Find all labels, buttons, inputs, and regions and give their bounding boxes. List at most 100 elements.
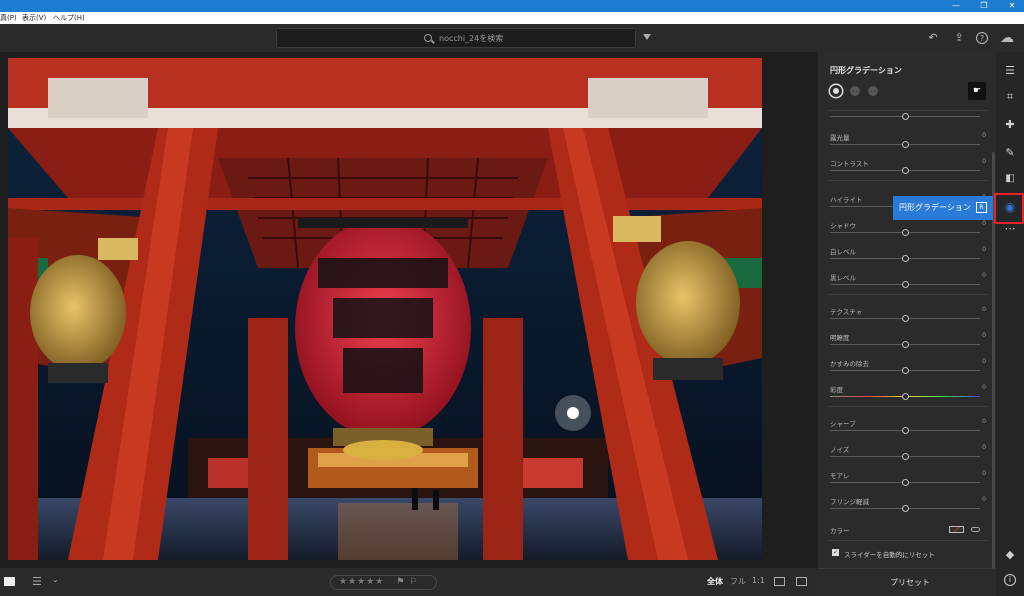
- slider-knob[interactable]: [902, 167, 909, 174]
- slider-value[interactable]: 0: [976, 418, 986, 425]
- filter-icon[interactable]: [643, 34, 651, 40]
- flag-pick-icon[interactable]: ⚑: [396, 577, 405, 587]
- slider-label: 露光量: [830, 134, 850, 142]
- slider-label: 黒レベル: [830, 274, 856, 282]
- slider-knob[interactable]: [902, 341, 909, 348]
- cloud-icon[interactable]: ☁: [1000, 31, 1014, 45]
- temple-gate-photo[interactable]: [8, 58, 762, 560]
- slider-value[interactable]: 0: [976, 132, 986, 139]
- slider-value[interactable]: 0: [976, 272, 986, 279]
- menu-item-photo[interactable]: 真(P): [0, 12, 17, 24]
- slider-value[interactable]: 0: [976, 358, 986, 365]
- tooltip-label: 円形グラデーション: [899, 203, 971, 212]
- slider-value[interactable]: 0: [976, 246, 986, 253]
- slider-value[interactable]: 0: [976, 470, 986, 477]
- radial-gradient-tooltip: 円形グラデーション R: [893, 196, 993, 220]
- menu-item-view[interactable]: 表示(V): [22, 12, 46, 24]
- brush-icon[interactable]: ✎: [1003, 146, 1017, 160]
- divider: [828, 406, 988, 407]
- hand-tool-icon[interactable]: ☛: [968, 82, 986, 100]
- auto-reset-label: スライダーを自動的にリセット: [844, 551, 935, 559]
- minimize-button[interactable]: —: [944, 0, 968, 12]
- chevron-down-icon[interactable]: ⌄: [52, 575, 59, 584]
- linear-gradient-icon[interactable]: ◧: [1003, 172, 1017, 186]
- search-icon: [424, 34, 432, 42]
- brush-add-icon[interactable]: [850, 86, 860, 96]
- slider-knob[interactable]: [902, 479, 909, 486]
- slider-label: 明瞭度: [830, 334, 850, 342]
- rating-stars[interactable]: ★★★★★ ⚑ ⚐: [330, 575, 437, 590]
- slider-label: ノイズ: [830, 446, 850, 454]
- tag-icon[interactable]: ◆: [1003, 548, 1017, 562]
- slider-knob[interactable]: [902, 113, 909, 120]
- undo-icon[interactable]: ↶: [926, 31, 940, 45]
- slider-knob[interactable]: [902, 453, 909, 460]
- single-view-icon[interactable]: [4, 577, 15, 586]
- close-button[interactable]: ✕: [1000, 0, 1024, 12]
- healing-icon[interactable]: ✚: [1003, 118, 1017, 132]
- top-toolbar: nocchi_24を検索 ↶ ⇪ ? ☁: [0, 24, 1024, 52]
- slider-knob[interactable]: [902, 505, 909, 512]
- mask-new-icon[interactable]: [830, 85, 842, 97]
- brush-erase-icon[interactable]: [868, 86, 878, 96]
- highlight-frame: [994, 193, 1024, 224]
- info-icon[interactable]: i: [1004, 574, 1016, 586]
- divider: [828, 110, 988, 111]
- share-icon[interactable]: ⇪: [952, 31, 966, 45]
- more-icon[interactable]: ⋯: [1003, 222, 1017, 236]
- divider: [828, 180, 988, 181]
- slider-label: コントラスト: [830, 160, 869, 168]
- slider-value[interactable]: 0: [976, 158, 986, 165]
- zoom-1to1-button[interactable]: 1:1: [752, 576, 765, 585]
- slider-label: ハイライト: [830, 196, 863, 204]
- slider-knob[interactable]: [902, 367, 909, 374]
- slider-label: 白レベル: [830, 248, 856, 256]
- zoom-fill-button[interactable]: フル: [730, 576, 746, 587]
- slider-knob[interactable]: [902, 281, 909, 288]
- preset-bar: プリセット: [818, 568, 996, 596]
- divider: [828, 294, 988, 295]
- slider-label: 彩度: [830, 386, 843, 394]
- slider-value[interactable]: 0: [976, 332, 986, 339]
- restore-button[interactable]: ❐: [972, 0, 996, 12]
- eyedropper-icon[interactable]: [971, 527, 980, 532]
- color-swatch[interactable]: [949, 526, 964, 533]
- filmstrip-icon[interactable]: [796, 577, 807, 586]
- slider-label: フリンジ軽減: [830, 498, 869, 506]
- slider-knob[interactable]: [902, 393, 909, 400]
- help-icon[interactable]: ?: [976, 32, 988, 44]
- tooltip-shortcut: R: [976, 202, 987, 213]
- slider-value[interactable]: 0: [976, 496, 986, 503]
- slider-value[interactable]: 0: [976, 444, 986, 451]
- slider-label: テクスチャ: [830, 308, 863, 316]
- color-label: カラー: [830, 527, 850, 535]
- zoom-fit-button[interactable]: 全体: [707, 576, 723, 587]
- slider-knob[interactable]: [902, 315, 909, 322]
- lightroom-window: — ❐ ✕ 真(P) 表示(V) ヘルプ(H) nocchi_24を検索 ↶ ⇪…: [0, 0, 1024, 596]
- slider-value[interactable]: 0: [976, 306, 986, 313]
- tool-rail: ☰ ⌗ ✚ ✎ ◧ ◉ ⋯ ◆ i: [996, 52, 1024, 596]
- preset-button[interactable]: プリセット: [890, 577, 930, 588]
- slider-label: シャープ: [830, 420, 856, 428]
- divider: [828, 540, 988, 541]
- slider-knob[interactable]: [902, 427, 909, 434]
- search-field[interactable]: nocchi_24を検索: [276, 28, 636, 48]
- sort-icon[interactable]: ☰: [32, 575, 42, 588]
- slider-knob[interactable]: [902, 255, 909, 262]
- edit-panel: 円形グラデーション ☛ 露光量 0 コントラスト 0 ハイライト 0 シャドウ 0 白レベル 0 黒…: [818, 52, 996, 572]
- slider-label: シャドウ: [830, 222, 856, 230]
- slider-knob[interactable]: [902, 229, 909, 236]
- slider-label: かすみの除去: [830, 360, 869, 368]
- search-placeholder: nocchi_24を検索: [439, 34, 504, 43]
- slider-value[interactable]: 0: [976, 384, 986, 391]
- compare-icon[interactable]: [774, 577, 785, 586]
- slider-value[interactable]: 0: [976, 220, 986, 227]
- panel-title: 円形グラデーション: [830, 66, 902, 75]
- flag-reject-icon[interactable]: ⚐: [409, 577, 418, 587]
- crop-icon[interactable]: ⌗: [1003, 90, 1017, 104]
- auto-reset-checkbox[interactable]: ✓: [832, 549, 839, 556]
- menu-bar: 真(P) 表示(V) ヘルプ(H): [0, 12, 1024, 24]
- menu-item-help[interactable]: ヘルプ(H): [53, 12, 85, 24]
- slider-knob[interactable]: [902, 141, 909, 148]
- adjust-sliders-icon[interactable]: ☰: [1003, 64, 1017, 78]
